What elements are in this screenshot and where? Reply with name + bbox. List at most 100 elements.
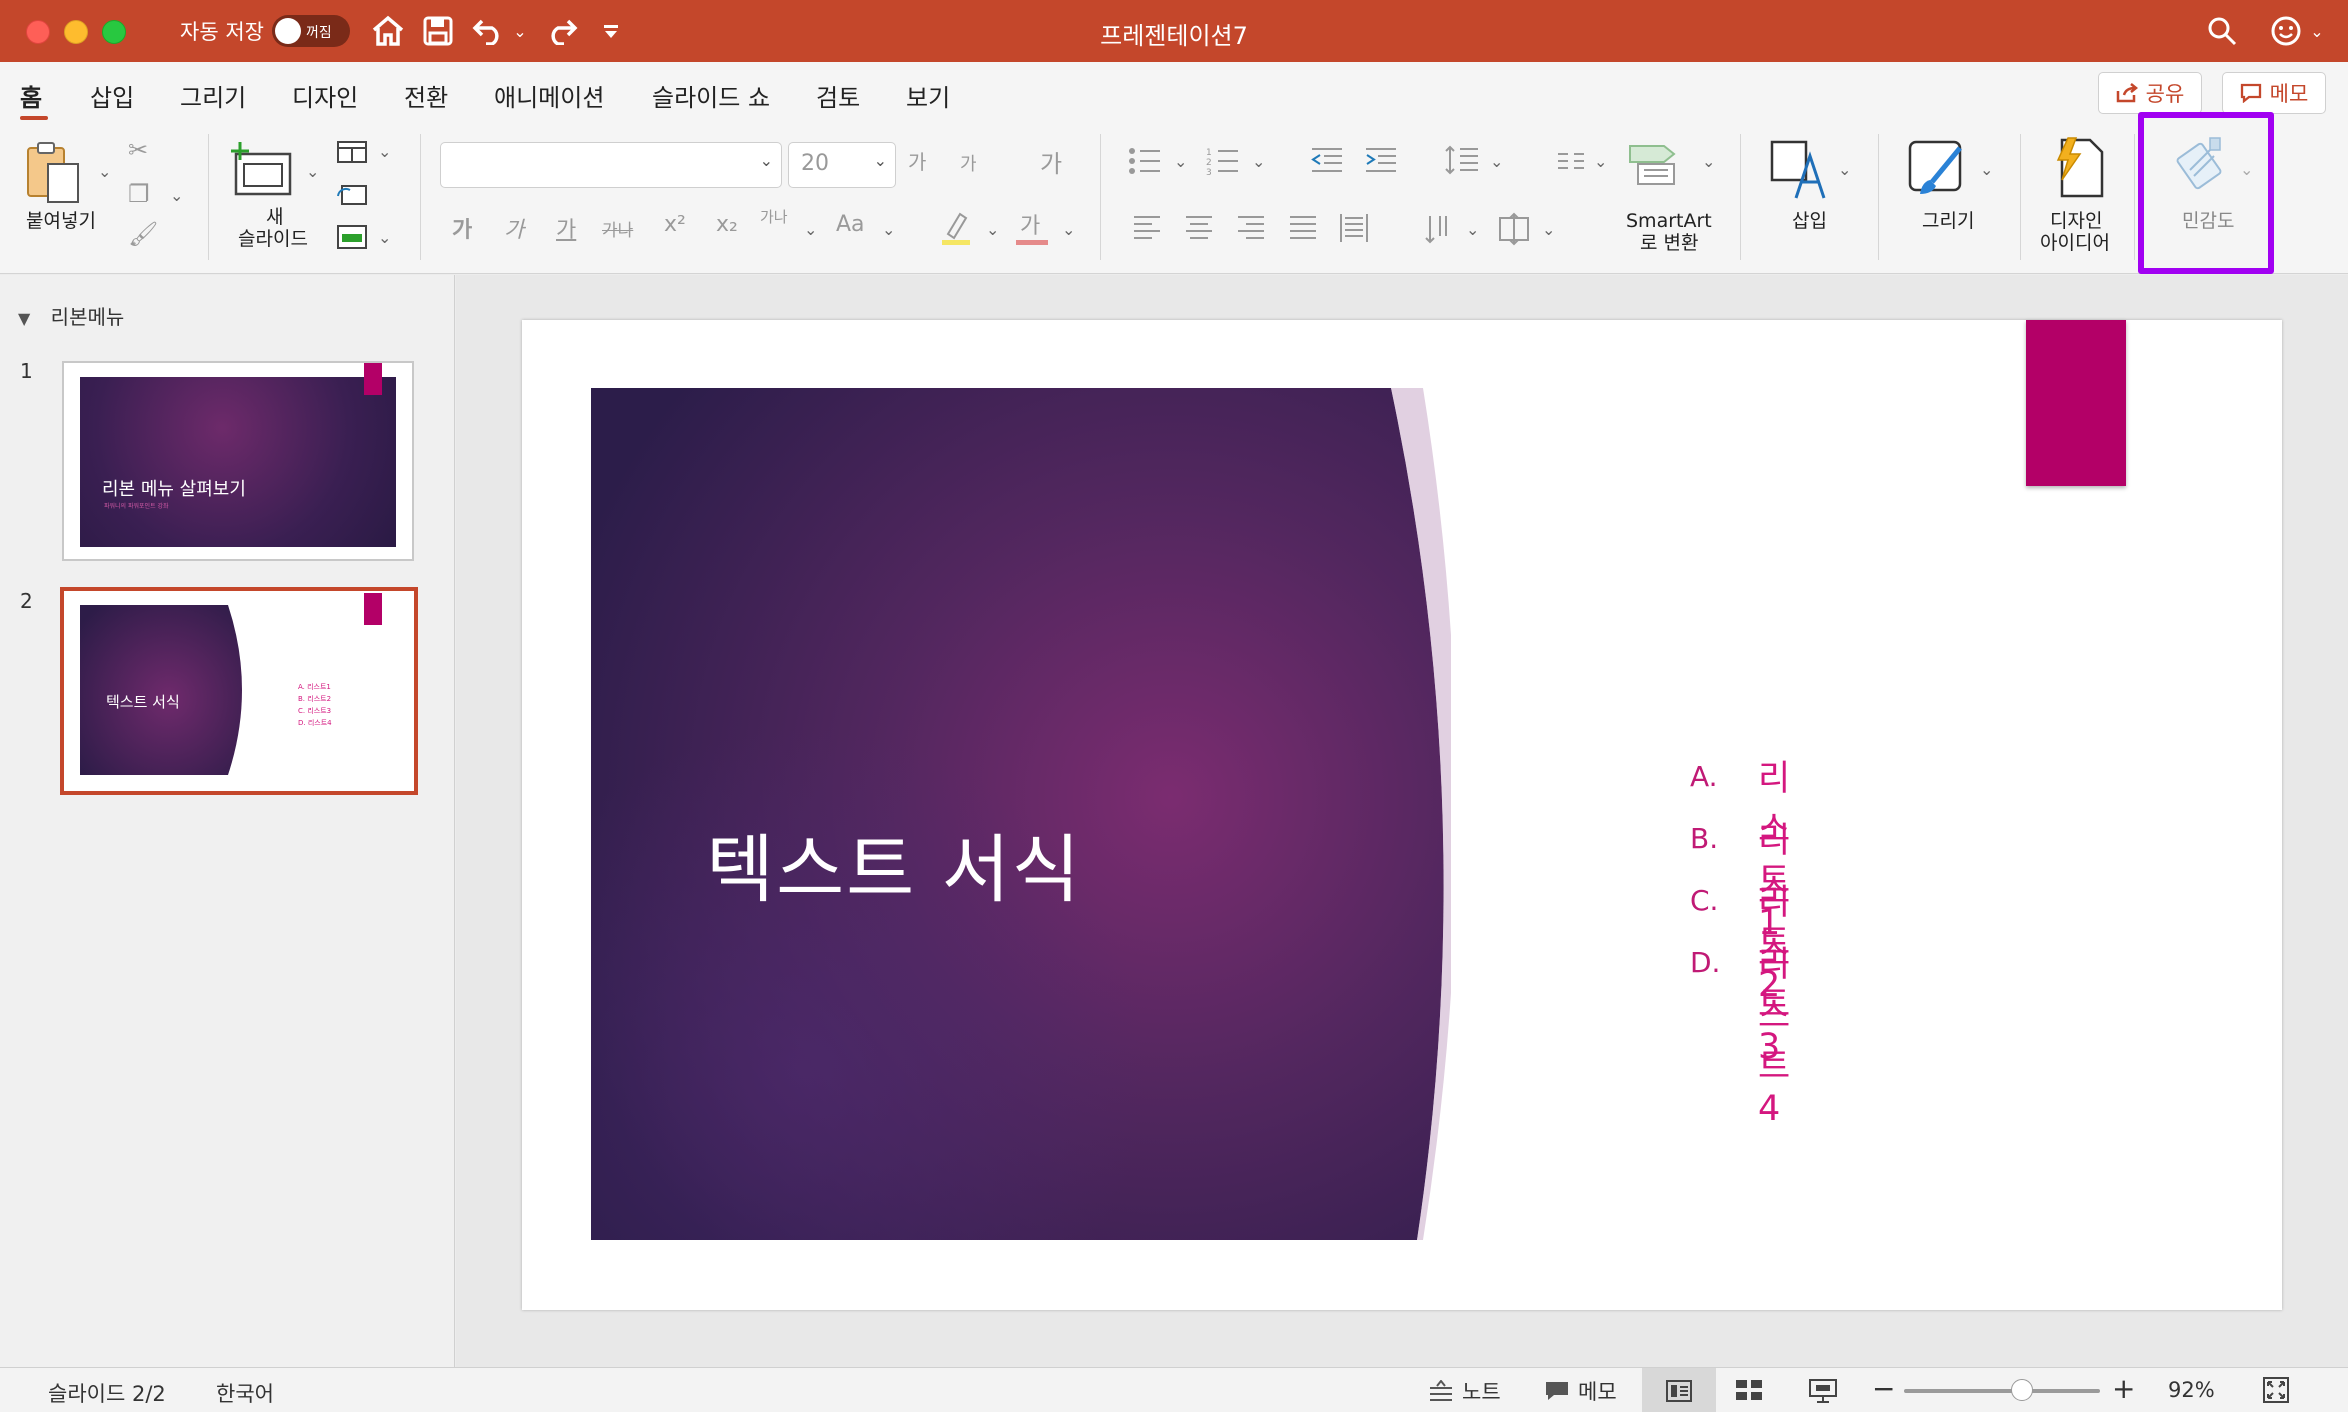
columns-icon[interactable] <box>1556 150 1586 176</box>
slide-thumbnail-1[interactable]: 리본 메뉴 살펴보기 파워니의 파워포인트 강좌 <box>62 361 414 561</box>
grow-font-icon[interactable]: 가 <box>908 146 926 175</box>
line-spacing-icon[interactable] <box>1444 144 1480 180</box>
superscript-icon[interactable]: x² <box>664 212 686 237</box>
tab-transitions[interactable]: 전환 <box>404 78 448 113</box>
justify-icon[interactable] <box>1288 214 1318 246</box>
change-case-icon[interactable]: Aa <box>836 212 865 237</box>
text-direction-icon[interactable] <box>1424 212 1456 250</box>
numbering-dropdown-icon[interactable]: ⌄ <box>1252 152 1265 171</box>
undo-icon[interactable] <box>470 12 506 50</box>
draw-dropdown-icon[interactable]: ⌄ <box>1980 160 1993 179</box>
undo-dropdown-icon[interactable]: ⌄ <box>508 12 532 50</box>
slide-sorter-button[interactable] <box>1734 1378 1764 1407</box>
new-slide-icon[interactable] <box>228 140 294 202</box>
clear-formatting-icon[interactable]: 가 <box>1040 144 1062 179</box>
customize-toolbar-icon[interactable] <box>596 12 626 50</box>
section-dropdown-icon[interactable]: ⌄ <box>378 228 391 247</box>
comments-button[interactable]: 메모 <box>1544 1376 1617 1406</box>
normal-view-button[interactable] <box>1642 1368 1716 1412</box>
character-spacing-dropdown-icon[interactable]: ⌄ <box>804 220 817 239</box>
copy-icon[interactable]: ❐ <box>128 180 150 208</box>
share-button[interactable]: 공유 <box>2098 72 2202 114</box>
font-color-dropdown-icon[interactable]: ⌄ <box>1062 220 1075 239</box>
font-color-icon[interactable]: 가 <box>1020 208 1040 240</box>
accent-rectangle[interactable] <box>2026 320 2126 486</box>
convert-smartart-dropdown-icon[interactable]: ⌄ <box>1702 152 1715 171</box>
bullets-dropdown-icon[interactable]: ⌄ <box>1174 152 1187 171</box>
tab-animations[interactable]: 애니메이션 <box>494 78 604 113</box>
tab-slideshow[interactable]: 슬라이드 쇼 <box>652 78 770 113</box>
paste-icon[interactable] <box>24 138 84 210</box>
feedback-dropdown-icon[interactable]: ⌄ <box>2306 12 2328 50</box>
align-center-icon[interactable] <box>1184 214 1214 246</box>
numbering-icon[interactable]: 123 <box>1206 146 1240 180</box>
strikethrough-icon[interactable]: 가나 <box>602 216 633 241</box>
cut-icon[interactable]: ✂ <box>128 136 148 164</box>
layout-dropdown-icon[interactable]: ⌄ <box>378 142 391 161</box>
shrink-font-icon[interactable]: 가 <box>960 150 977 176</box>
slide-canvas[interactable]: 텍스트 서식 A. 리스트1 B. 리스트2 C. 리스트3 D. 리스트4 <box>522 320 2282 1310</box>
section-header[interactable]: ▼ 리본메뉴 <box>18 301 124 330</box>
font-name-select[interactable]: ⌄ <box>440 142 782 188</box>
search-icon[interactable] <box>2202 12 2242 50</box>
language-indicator[interactable]: 한국어 <box>216 1378 274 1408</box>
highlight-dropdown-icon[interactable]: ⌄ <box>986 220 999 239</box>
tab-design[interactable]: 디자인 <box>292 78 358 113</box>
close-window-button[interactable] <box>26 20 50 44</box>
memo-button[interactable]: 메모 <box>2222 72 2326 114</box>
zoom-slider-track[interactable] <box>1904 1389 2100 1393</box>
minimize-window-button[interactable] <box>64 20 88 44</box>
presenter-view-button[interactable] <box>1808 1378 1838 1409</box>
align-right-icon[interactable] <box>1236 214 1266 246</box>
line-spacing-dropdown-icon[interactable]: ⌄ <box>1490 152 1503 171</box>
maximize-window-button[interactable] <box>102 20 126 44</box>
autosave-toggle[interactable]: 꺼짐 <box>272 15 350 47</box>
redo-icon[interactable] <box>544 12 580 50</box>
increase-indent-icon[interactable] <box>1364 146 1398 178</box>
slide-title-text[interactable]: 텍스트 서식 <box>706 810 1082 917</box>
align-text-icon[interactable] <box>1496 212 1532 250</box>
columns-dropdown-icon[interactable]: ⌄ <box>1594 152 1607 171</box>
draw-brush-icon[interactable] <box>1906 138 1970 204</box>
convert-smartart-icon[interactable] <box>1628 142 1686 190</box>
section-icon[interactable] <box>336 224 368 254</box>
insert-dropdown-icon[interactable]: ⌄ <box>1838 160 1851 179</box>
zoom-slider-knob[interactable] <box>2010 1379 2033 1401</box>
align-text-dropdown-icon[interactable]: ⌄ <box>1542 220 1555 239</box>
tab-home[interactable]: 홈 <box>20 78 42 113</box>
character-spacing-icon[interactable]: 가나 <box>760 206 788 227</box>
subscript-icon[interactable]: x₂ <box>716 212 738 237</box>
underline-icon[interactable]: 가 <box>556 212 576 244</box>
zoom-out-icon[interactable]: − <box>1872 1372 1895 1405</box>
home-icon[interactable] <box>368 12 408 50</box>
fit-to-window-button[interactable] <box>2262 1376 2290 1409</box>
notes-button[interactable]: 노트 <box>1428 1376 1501 1406</box>
save-icon[interactable] <box>420 12 456 50</box>
insert-shapes-icon[interactable] <box>1768 138 1828 204</box>
tab-insert[interactable]: 삽입 <box>90 78 134 113</box>
format-painter-icon[interactable]: 🖌 <box>128 220 158 248</box>
tab-review[interactable]: 검토 <box>816 78 860 113</box>
bullets-icon[interactable] <box>1128 146 1162 180</box>
design-ideas-icon[interactable] <box>2050 136 2106 204</box>
zoom-in-icon[interactable]: + <box>2112 1372 2135 1405</box>
bold-icon[interactable]: 가 <box>452 212 472 244</box>
decrease-indent-icon[interactable] <box>1310 146 1344 178</box>
copy-dropdown-icon[interactable]: ⌄ <box>170 186 183 205</box>
italic-icon[interactable]: 가 <box>504 212 524 244</box>
tab-view[interactable]: 보기 <box>906 78 950 113</box>
zoom-percentage[interactable]: 92% <box>2168 1378 2215 1402</box>
reset-slide-icon[interactable] <box>336 182 368 212</box>
font-size-select[interactable]: 20 ⌄ <box>788 142 896 188</box>
highlight-icon[interactable] <box>940 210 972 250</box>
distributed-icon[interactable] <box>1338 212 1370 248</box>
slide-thumbnail-2[interactable]: 텍스트 서식 A. 리스트1 B. 리스트2 C. 리스트3 D. 리스트4 <box>60 587 418 795</box>
change-case-dropdown-icon[interactable]: ⌄ <box>882 220 895 239</box>
feedback-smiley-icon[interactable] <box>2266 12 2306 50</box>
paste-dropdown-icon[interactable]: ⌄ <box>98 162 111 181</box>
layout-icon[interactable] <box>336 140 368 168</box>
text-direction-dropdown-icon[interactable]: ⌄ <box>1466 220 1479 239</box>
new-slide-dropdown-icon[interactable]: ⌄ <box>306 162 319 181</box>
tab-draw[interactable]: 그리기 <box>180 78 246 113</box>
align-left-icon[interactable] <box>1132 214 1162 246</box>
